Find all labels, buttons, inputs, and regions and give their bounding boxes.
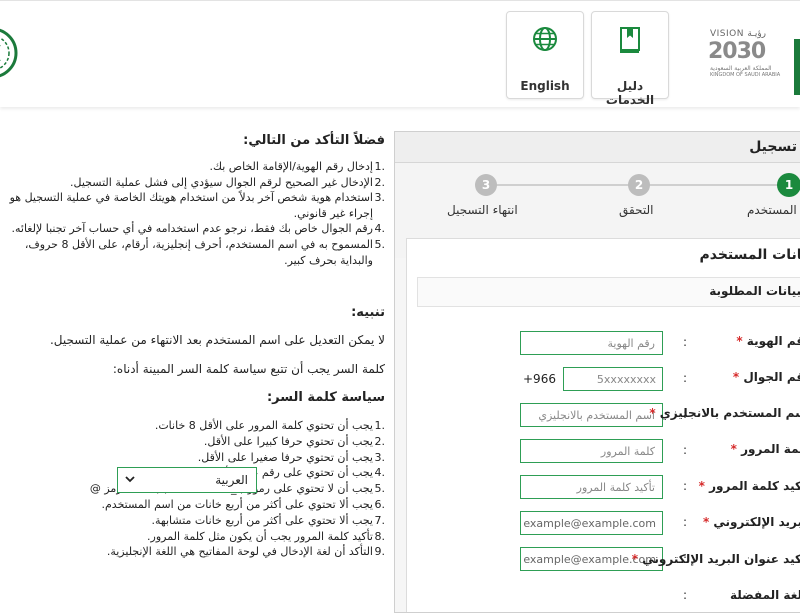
step-2-circle: 2 [628,174,650,196]
services-guide-label: دليل الخدمات [605,79,655,107]
form-title: بيانات المستخدم [699,247,800,263]
country-code-prefix: +966 [523,372,556,386]
id-number-label: رقم الهوية * [736,334,800,348]
list-item: .2 يجب أن تحتوي حرفا كبيرا على الأقل. [203,434,385,448]
email-placeholder: example@example.com [523,517,656,530]
list-item: .2 الإدخال غير الصحيح لرقم الجوال سيؤدي إ… [70,175,385,189]
email-input[interactable]: example@example.com [520,511,663,535]
notice-title: تنبيه: [351,305,385,320]
top-header: English دليل الخدمات VISION رؤيـة 2030 ا… [0,0,800,107]
confirm-email-label: تأكيد عنوان البريد الإلكتروني * [631,552,800,566]
username-placeholder: اسم المستخدم بالانجليزي [538,409,655,422]
english-language-button[interactable]: English [506,11,584,99]
language-select[interactable]: العربية [117,467,257,493]
username-input[interactable]: اسم المستخدم بالانجليزي [520,403,663,427]
info-title: فضلاً التأكد من التالي: [243,133,385,148]
id-number-input[interactable]: رقم الهوية [520,331,663,355]
list-item: .7 يجب ألا تحتوي على أكثر من أربع خانات م… [151,513,385,527]
required-fields-bar: البيانات المطلوبة [417,277,800,307]
english-label: English [520,79,570,93]
vision-2030-logo: VISION رؤيـة 2030 المملكة العربية السعود… [706,29,786,79]
list-item: .6 يجب ألا تحتوي على أكثر من أربع خانات م… [101,497,386,511]
header-green-bar [794,39,800,95]
vision-top-text: VISION رؤيـة [710,29,767,39]
password-policy-title: سياسة كلمة السر: [266,390,385,405]
chevron-down-icon [124,472,136,489]
password-label: كلمة المرور * [730,442,800,456]
confirm-password-placeholder: تأكيد كلمة المرور [576,481,655,494]
info-list: .1 إدخال رقم الهوية/الإقامة الخاص بك. .2 ا… [7,159,385,268]
globe-icon [507,26,583,56]
confirm-password-label: تأكيد كلمة المرور * [698,479,800,493]
book-icon [592,26,668,58]
colon: : [683,479,688,493]
mobile-placeholder: 5xxxxxxxx [596,373,656,386]
list-item: .5 المسموح به في اسم المستخدم، أحرف إنجلي… [24,237,385,267]
colon: : [683,515,688,529]
required-note: البيانات المطلوبة [709,284,800,298]
list-item: .1 يجب أن تحتوي كلمة المرور على الأقل 8 خ… [154,419,385,432]
confirm-password-input[interactable]: تأكيد كلمة المرور [520,475,663,499]
step-2-label: التحقق [619,203,654,217]
registration-instructions: فضلاً التأكد من التالي: .1 إدخال رقم الهو… [0,128,385,600]
id-number-placeholder: رقم الهوية [607,337,655,350]
mobile-label: رقم الجوال * [732,370,800,384]
colon: : [683,335,688,349]
list-item: .8 تأكيد كلمة المرور يجب أن يكون مثل كلمة… [147,529,385,543]
password-input[interactable]: كلمة المرور [520,439,663,463]
saudi-emblem-logo[interactable] [0,23,18,83]
step-1-label: بيانات المستخدم [747,203,800,217]
mobile-input[interactable]: 5xxxxxxxx [563,367,663,391]
user-data-form: بيانات المستخدم البيانات المطلوبة رقم ال… [406,238,800,612]
list-item: .3 استخدام هوية شخص آخر بدلاً من استخدام … [9,191,385,220]
step-1-circle: 1 [777,173,800,197]
services-guide-button[interactable]: دليل الخدمات [591,11,669,107]
panel-title: تسجيل [749,139,797,155]
step-3-circle: 3 [475,174,497,196]
notice-text-1: لا يمكن التعديل على اسم المستخدم بعد الا… [49,333,385,347]
registration-panel: تسجيل 1 2 3 بيانات المستخدم التحقق انتها… [394,131,800,613]
list-item: .1 إدخال رقم الهوية/الإقامة الخاص بك. [209,160,385,173]
list-item: .3 يجب أن تحتوي حرفا صغيرا على الأقل. [197,450,385,464]
password-placeholder: كلمة المرور [600,445,655,458]
language-selected-value: العربية [215,473,248,487]
vision-sub-en: KINGDOM OF SAUDI ARABIA [710,72,781,78]
username-label: اسم المستخدم بالانجليزي * [649,406,800,420]
list-item: .4 رقم الجوال خاص بك فقط، نرجو عدم استخدا… [11,222,386,236]
email-label: البريد الإلكتروني * [702,515,800,529]
vision-sub-ar: المملكة العربية السعودية [710,65,772,72]
colon: : [683,443,688,457]
list-item: .9 التأكد أن لغة الإدخال في لوحة المفاتيح… [106,545,385,559]
vision-year-text: 2030 [708,39,766,64]
panel-header: تسجيل [395,132,800,163]
notice-text-2: كلمة السر يجب أن تتبع سياسة كلمة السر ال… [112,362,385,376]
step-3-label: انتهاء التسجيل [447,203,518,217]
colon: : [683,371,688,385]
